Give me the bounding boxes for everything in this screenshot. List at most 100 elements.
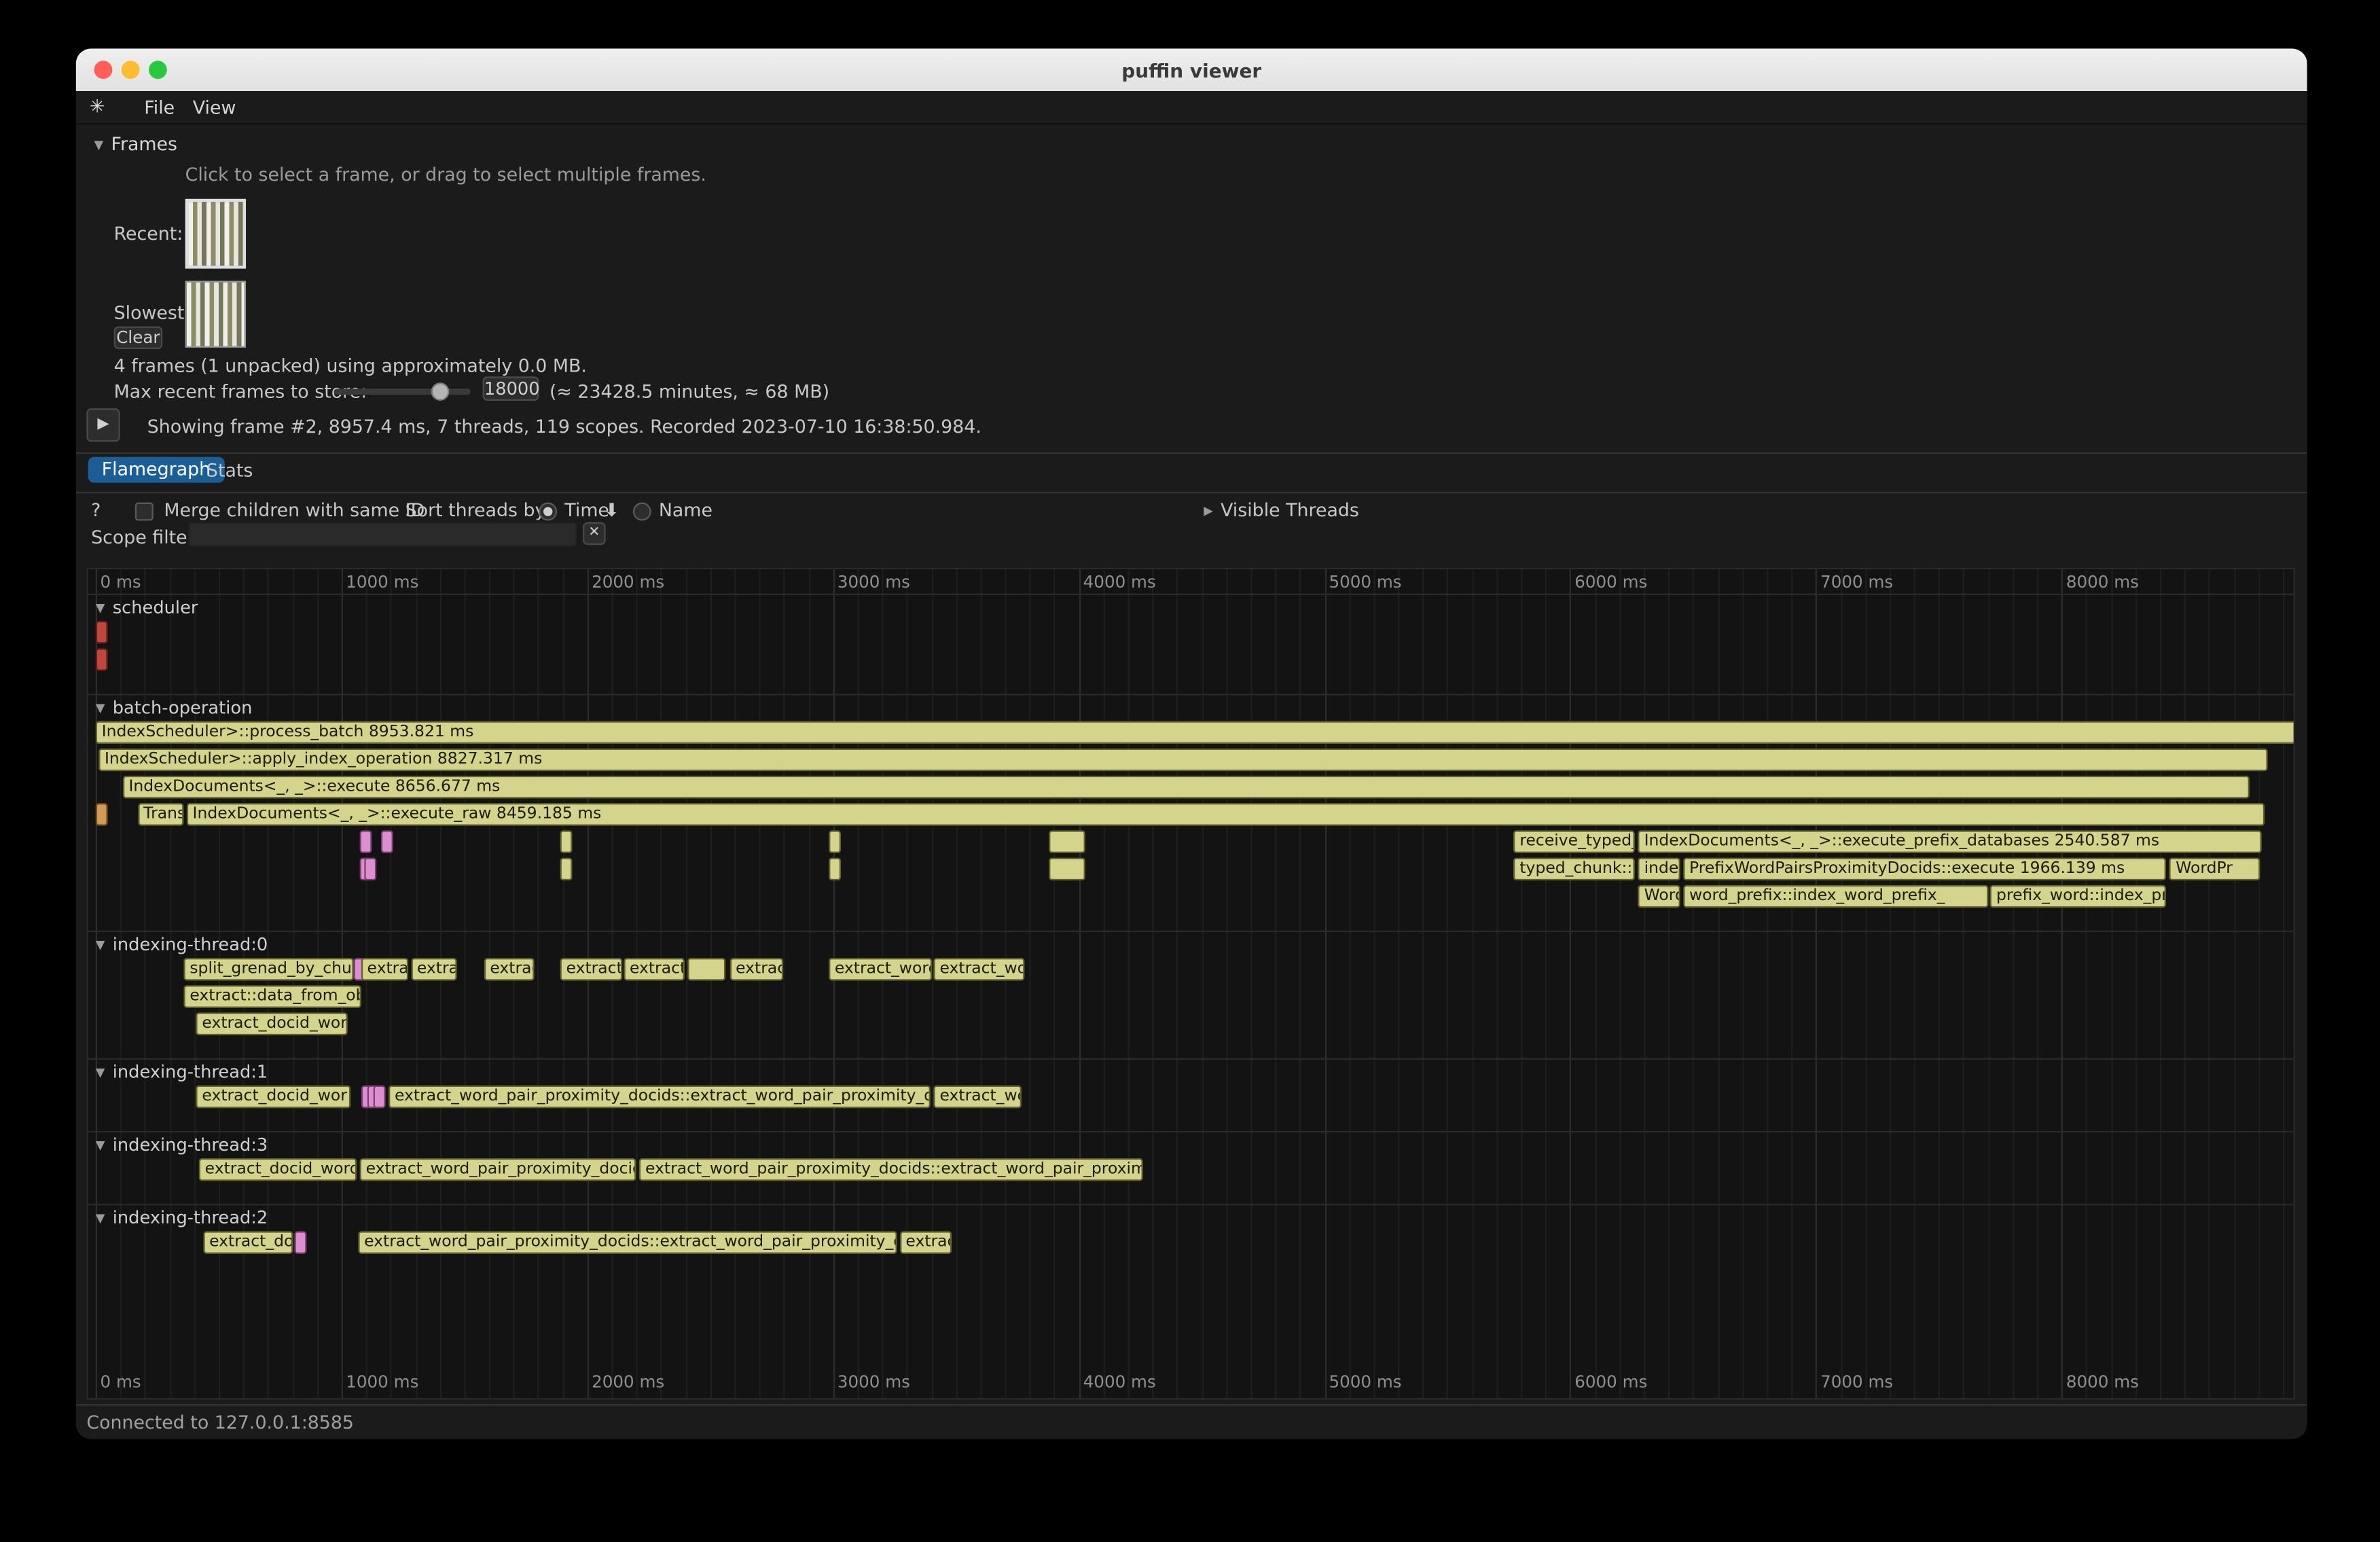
scope-bar[interactable]: extract_ <box>560 958 622 981</box>
scope-bar[interactable] <box>829 858 842 881</box>
menu-file[interactable]: File <box>144 97 175 118</box>
scope-bar[interactable]: extract_wo <box>934 1086 1022 1109</box>
tab-flamegraph[interactable]: Flamegraph <box>88 457 225 483</box>
max-frames-slider-knob[interactable] <box>431 382 450 401</box>
play-button[interactable]: ▶ <box>86 408 120 442</box>
scope-bar[interactable]: IndexScheduler>::process_batch 8953.821 … <box>96 721 2295 744</box>
thread-name: indexing-thread:2 <box>113 1207 268 1228</box>
thread-section-indexing-thread:3: ▼indexing-thread:3extract_docid_wordextr… <box>88 1131 2294 1204</box>
collapse-triangle-icon: ▼ <box>96 701 105 715</box>
max-frames-value[interactable]: 18000 <box>483 376 539 401</box>
scope-filter-input[interactable] <box>188 522 577 547</box>
scope-bar[interactable]: index <box>1638 858 1680 881</box>
scope-bar[interactable]: extract_docid_wor <box>196 1086 350 1109</box>
scope-bar[interactable]: extract_doc <box>203 1231 293 1254</box>
thread-header[interactable]: ▼indexing-thread:0 <box>88 932 2294 956</box>
scope-bar[interactable]: extract_wo <box>934 958 1024 981</box>
axis-tick: 2000 ms <box>592 1372 664 1392</box>
slowest-label: Slowest: <box>114 302 191 323</box>
scope-bar[interactable]: extract::data_from_ob <box>183 985 361 1008</box>
scope-bar[interactable]: extract <box>361 958 410 981</box>
scope-bar[interactable] <box>380 830 393 853</box>
scope-bar[interactable]: WordPr <box>2169 858 2260 881</box>
scope-bar[interactable]: word_prefix::index_word_prefix_ <box>1683 885 1988 908</box>
scope-bar[interactable]: extract <box>729 958 783 981</box>
thread-section-indexing-thread:2: ▼indexing-thread:2extract_doc extract_wor… <box>88 1204 2294 1276</box>
menu-view[interactable]: View <box>193 97 236 118</box>
scope-bar[interactable]: typed_chunk::w <box>1513 858 1635 881</box>
slowest-frame-thumbnail[interactable] <box>185 281 246 347</box>
thread-section-indexing-thread:0: ▼indexing-thread:0split_grenad_by_chunex… <box>88 931 2294 1058</box>
scope-bar[interactable]: PrefixWordPairsProximityDocids::execute … <box>1683 858 2166 881</box>
scope-bar[interactable]: split_grenad_by_chun <box>183 958 353 981</box>
thread-header[interactable]: ▼batch-operation <box>88 695 2294 719</box>
thread-sections: ▼scheduler▼batch-operationIndexScheduler… <box>88 594 2294 1277</box>
scope-bar[interactable] <box>373 1086 385 1109</box>
frames-section-header[interactable]: ▼Frames <box>94 134 177 155</box>
thread-header[interactable]: ▼indexing-thread:3 <box>88 1132 2294 1157</box>
sort-name-radio[interactable] <box>633 503 651 521</box>
clear-button[interactable]: Clear <box>114 326 163 349</box>
scope-bar[interactable]: extract_word_pair_proximity_docids::extr… <box>639 1158 1143 1181</box>
scope-bar[interactable] <box>96 803 108 826</box>
scope-bar[interactable]: extract_word_pair_proximity_docids <box>360 1158 636 1181</box>
scope-bar[interactable]: extract_ <box>624 958 685 981</box>
scope-bar[interactable]: IndexScheduler>::apply_index_operation 8… <box>98 749 2268 772</box>
title-bar: puffin viewer <box>76 49 2307 92</box>
scope-bar[interactable]: extrac <box>899 1231 952 1254</box>
visible-threads-toggle[interactable]: ▶Visible Threads <box>1204 499 1359 520</box>
axis-top: 0 ms1000 ms2000 ms3000 ms4000 ms5000 ms6… <box>88 572 2294 593</box>
scope-bar[interactable] <box>96 648 108 671</box>
separator <box>76 1404 2307 1405</box>
scope-bar[interactable]: IndexDocuments<_, _>::execute 8656.677 m… <box>123 776 2250 799</box>
scope-bar[interactable]: IndexDocuments<_, _>::execute_prefix_dat… <box>1638 830 2262 853</box>
max-frames-slider[interactable] <box>334 389 471 395</box>
merge-children-checkbox[interactable] <box>135 503 154 521</box>
scope-bar[interactable]: Word <box>1638 885 1680 908</box>
scope-bar[interactable]: extract_docid_word <box>199 1158 357 1181</box>
scope-bar[interactable]: extract_word_pair_proximity_docids::extr… <box>358 1231 897 1254</box>
scope-bar[interactable]: extract_word_pair_proximity_docids::extr… <box>389 1086 931 1109</box>
sort-time-label[interactable]: Time <box>564 499 609 520</box>
scope-bar[interactable]: prefix_word::index_prefix_wo <box>1990 885 2166 908</box>
thread-header[interactable]: ▼indexing-thread:2 <box>88 1205 2294 1230</box>
sort-time-radio[interactable] <box>539 503 557 521</box>
thread-header[interactable]: ▼scheduler <box>88 595 2294 620</box>
scope-bar[interactable] <box>293 1231 306 1254</box>
scope-bar[interactable] <box>360 830 372 853</box>
axis-tick: 4000 ms <box>1083 1372 1156 1392</box>
scope-bar[interactable]: extrac <box>484 958 534 981</box>
merge-children-label[interactable]: Merge children with same ID <box>164 499 425 520</box>
scope-bar[interactable] <box>1049 830 1085 853</box>
axis-bottom: 0 ms1000 ms2000 ms3000 ms4000 ms5000 ms6… <box>88 1372 2294 1393</box>
sort-name-label[interactable]: Name <box>659 499 713 520</box>
scope-filter-label: Scope filter: <box>91 526 200 548</box>
recent-frame-thumbnail[interactable] <box>185 199 246 269</box>
visible-threads-label: Visible Threads <box>1221 499 1359 520</box>
theme-toggle-icon[interactable]: ✳ <box>90 96 105 117</box>
axis-tick: 5000 ms <box>1329 1372 1401 1392</box>
scope-bar[interactable]: extra <box>411 958 458 981</box>
scope-bar[interactable] <box>96 621 108 644</box>
scope-bar[interactable] <box>560 858 573 881</box>
frame-status-text: Showing frame #2, 8957.4 ms, 7 threads, … <box>147 416 981 437</box>
clear-filter-button[interactable]: ✕ <box>583 522 606 545</box>
scope-bar[interactable] <box>1049 858 1085 881</box>
scope-bar[interactable] <box>687 958 725 981</box>
scope-bar[interactable] <box>829 830 842 853</box>
flamegraph-canvas[interactable]: 0 ms1000 ms2000 ms3000 ms4000 ms5000 ms6… <box>86 568 2294 1400</box>
separator <box>76 492 2307 493</box>
help-button[interactable]: ? <box>91 499 101 520</box>
tab-stats[interactable]: Stats <box>206 460 253 481</box>
scope-bar[interactable] <box>363 858 376 881</box>
sort-direction-arrow-icon: ⬇ <box>604 499 619 520</box>
thread-section-indexing-thread:1: ▼indexing-thread:1extract_docid_wor extra… <box>88 1058 2294 1131</box>
thread-name: indexing-thread:0 <box>113 933 268 954</box>
scope-bar[interactable]: extract_docid_wor <box>196 1013 347 1036</box>
thread-header[interactable]: ▼indexing-thread:1 <box>88 1060 2294 1084</box>
scope-bar[interactable]: IndexDocuments<_, _>::execute_raw 8459.1… <box>187 803 2265 826</box>
scope-bar[interactable]: receive_typed_ <box>1513 830 1635 853</box>
scope-bar[interactable]: Trans <box>137 803 184 826</box>
scope-bar[interactable] <box>560 830 573 853</box>
scope-bar[interactable]: extract_word <box>829 958 932 981</box>
